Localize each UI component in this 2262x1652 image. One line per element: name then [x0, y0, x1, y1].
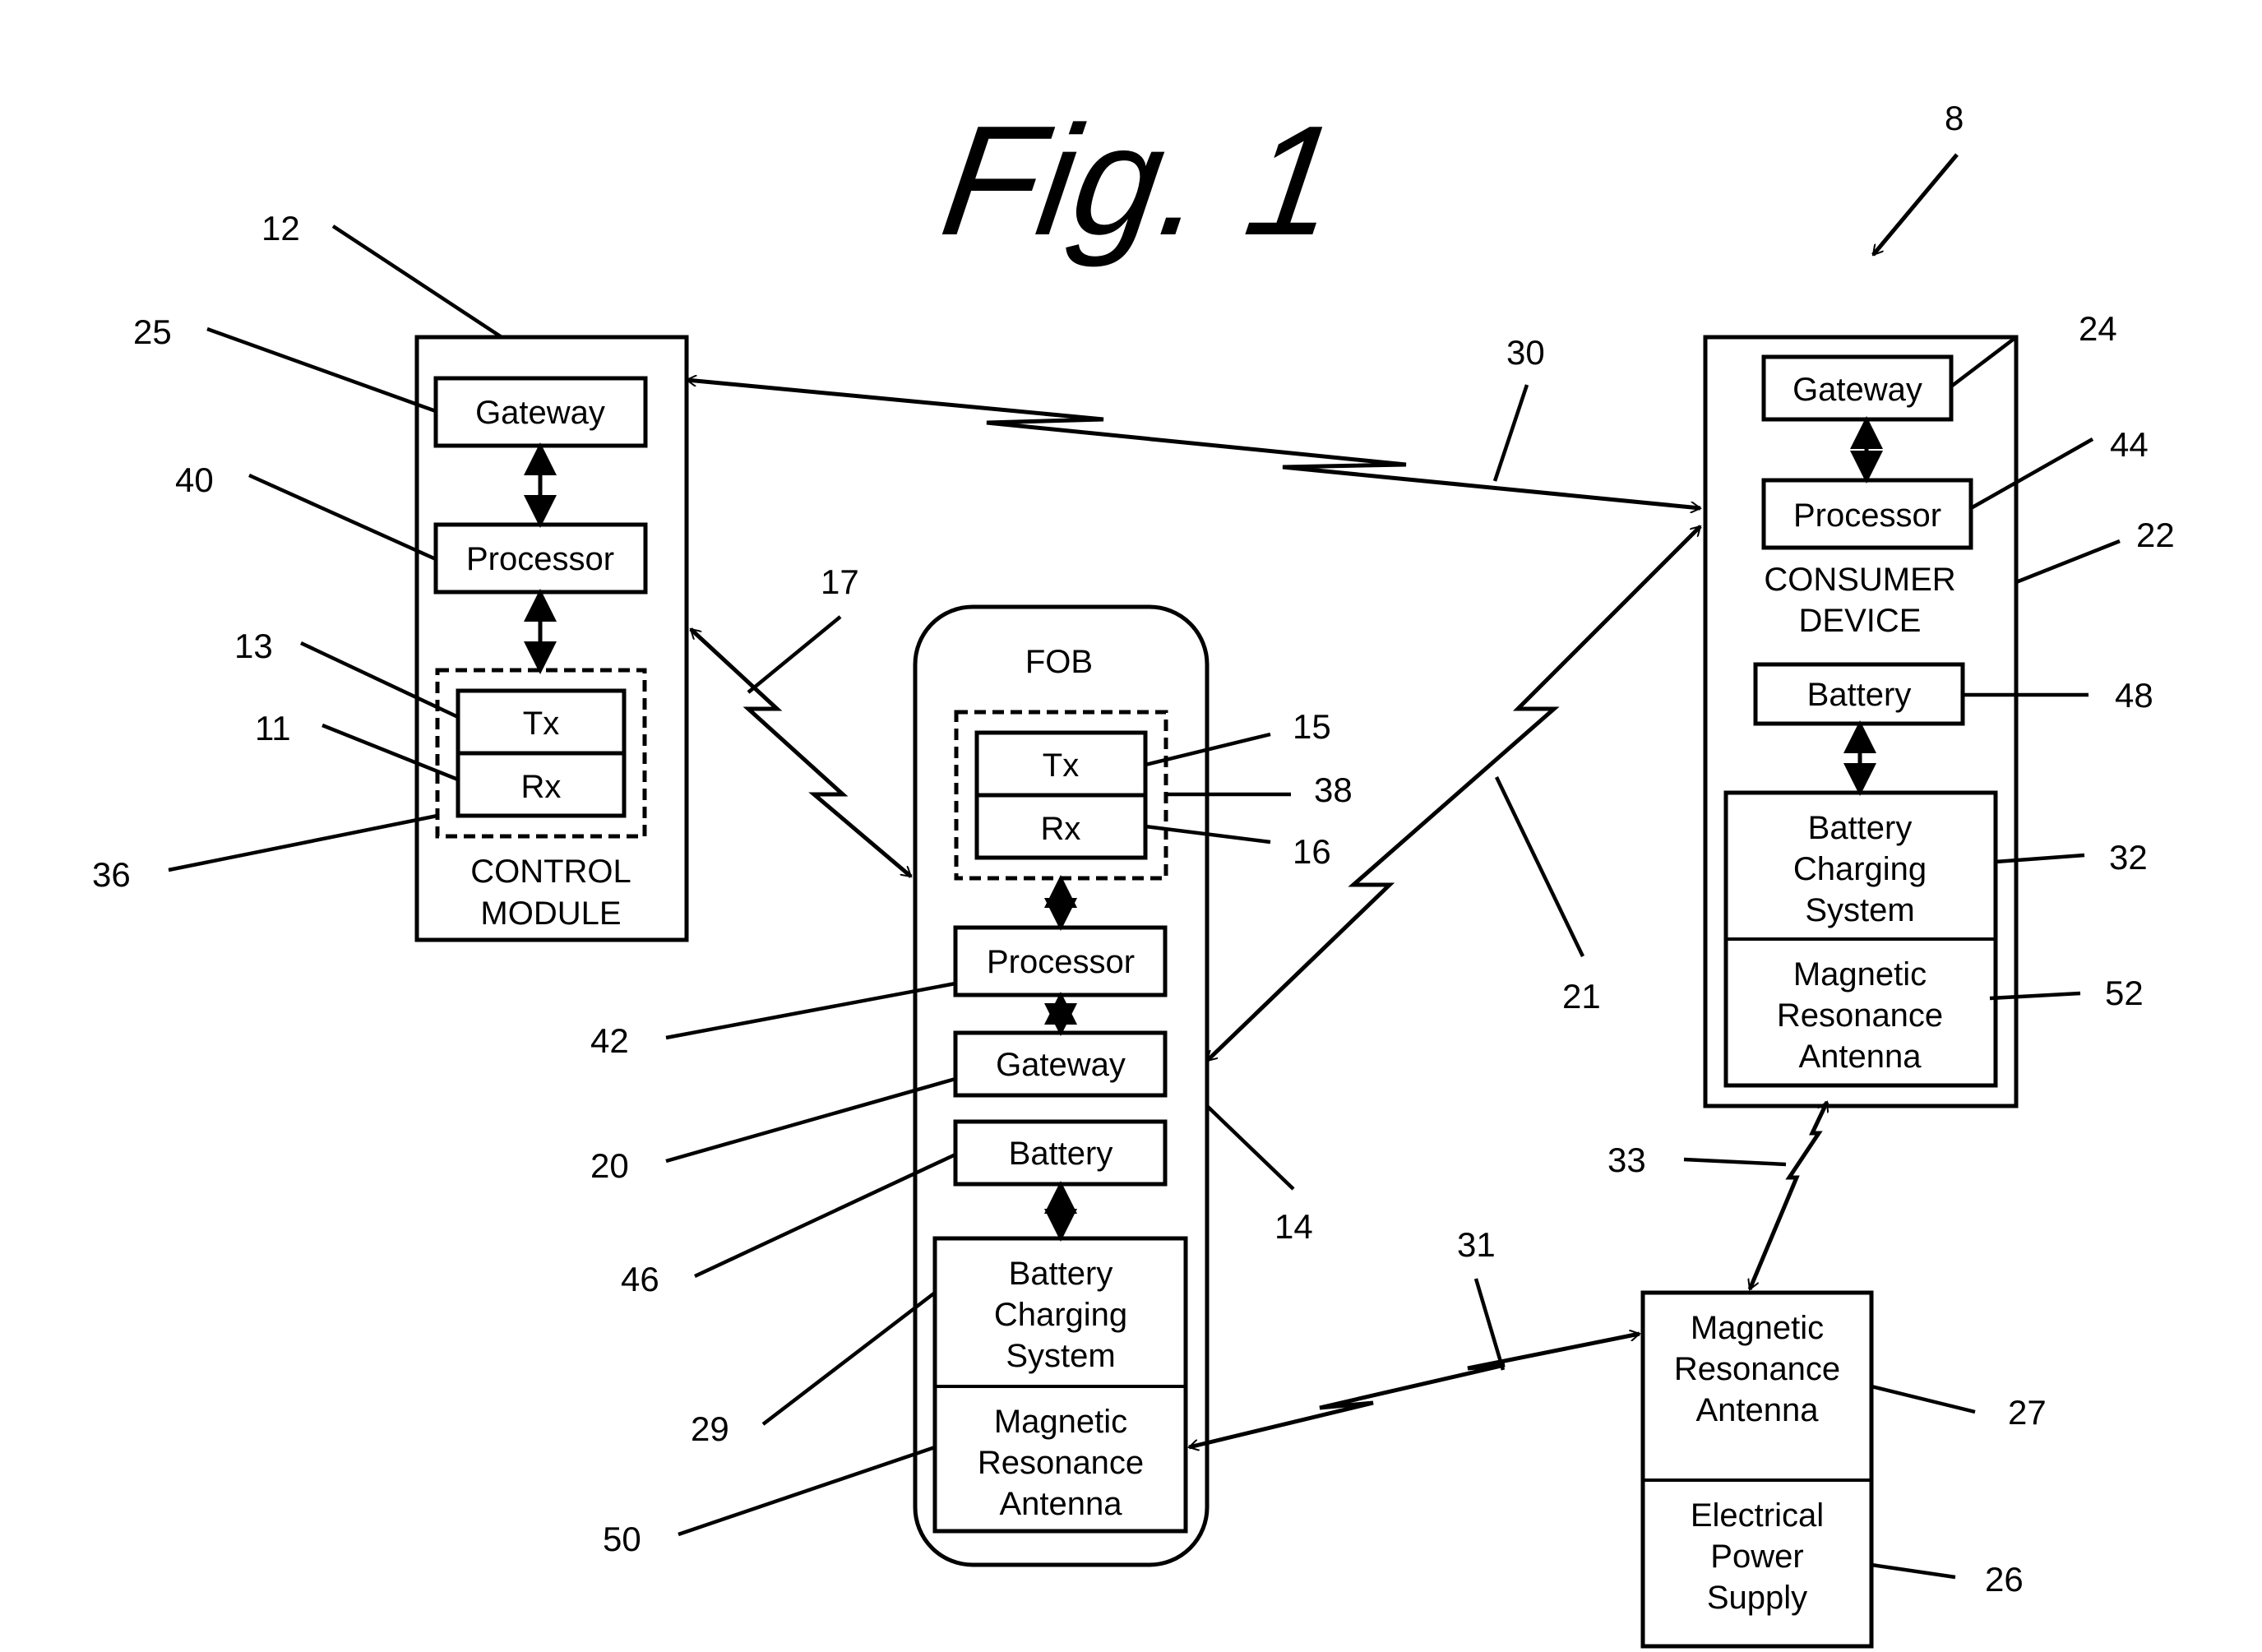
fob-antenna-line2: Resonance	[978, 1445, 1144, 1481]
leader-charger-power	[1871, 1562, 1956, 1580]
ref-label-consumer-charging: 32	[2109, 838, 2148, 877]
leader-consumer-charging	[1995, 853, 2085, 864]
leader-control-transceiver	[168, 813, 438, 872]
consumer-gateway-label: Gateway	[1792, 372, 1922, 408]
control-tx-label: Tx	[523, 706, 559, 742]
leader-control-gateway	[206, 326, 437, 414]
control-module-caption-line2: MODULE	[480, 895, 621, 932]
leader-link-control-consumer	[1492, 384, 1529, 482]
leader-control-rx	[321, 723, 459, 782]
ref-label-link-fob-consumer: 21	[1562, 977, 1601, 1016]
consumer-antenna-line3: Antenna	[1798, 1039, 1922, 1075]
wireless-link-charger-consumer	[1750, 1102, 1829, 1289]
ref-label-fob-tx: 15	[1293, 707, 1331, 746]
control-gateway-label: Gateway	[475, 395, 605, 431]
wireless-link-fob-charger	[1189, 1334, 1640, 1447]
leader-control-processor	[248, 473, 437, 562]
ref-label-fob-battery: 46	[621, 1260, 659, 1298]
patent-figure: Fig. 1 8 Gateway Processor Tx Rx CONTROL…	[92, 94, 2175, 1649]
leader-fob-gateway	[665, 1076, 956, 1164]
charger-antenna-line3: Antenna	[1695, 1392, 1819, 1428]
ref-label-consumer-battery: 48	[2115, 676, 2153, 715]
ref-label-fob-gateway: 20	[590, 1146, 629, 1185]
charger: Magnetic Resonance Antenna Electrical Po…	[1640, 1290, 1874, 1649]
ref-label-consumer-gateway: 24	[2079, 309, 2117, 348]
figure-title: Fig. 1	[932, 94, 1348, 268]
leader-link-fob-consumer	[1494, 776, 1585, 957]
leader-control-module	[331, 224, 503, 339]
ref-label-consumer-antenna: 52	[2105, 974, 2144, 1012]
fob-caption: FOB	[1025, 644, 1093, 680]
ref-label-link-fob-charger: 31	[1457, 1225, 1496, 1264]
ref-label-control-tx: 13	[234, 627, 273, 665]
fob: FOB Tx Rx Processor Gateway Battery Batt…	[913, 604, 1210, 1567]
consumer-device-caption-line1: CONSUMER	[1764, 562, 1955, 598]
fob-antenna-line3: Antenna	[999, 1486, 1122, 1522]
consumer-antenna-line2: Resonance	[1777, 997, 1943, 1034]
ref-label-consumer-processor: 44	[2110, 425, 2149, 464]
system-pointer-arrow	[1871, 153, 1959, 257]
fob-charging-line3: System	[1006, 1338, 1115, 1374]
wireless-link-control-consumer	[687, 380, 1700, 508]
ref-label-charger-antenna: 27	[2008, 1393, 2047, 1432]
leader-link-control-fob	[747, 615, 842, 694]
ref-label-consumer-device: 22	[2136, 516, 2175, 554]
control-module-caption-line1: CONTROL	[470, 854, 631, 890]
ref-label-control-module: 12	[261, 209, 300, 248]
fob-gateway-label: Gateway	[996, 1047, 1126, 1083]
ref-label-fob-charging: 29	[691, 1409, 729, 1448]
consumer-charging-line1: Battery	[1808, 810, 1913, 846]
charger-power-line1: Electrical	[1691, 1497, 1824, 1534]
ref-label-fob-processor: 42	[590, 1021, 629, 1060]
control-rx-label: Rx	[521, 769, 562, 805]
leader-charger-antenna	[1871, 1384, 1976, 1414]
leader-control-tx	[300, 641, 459, 720]
consumer-charging-line3: System	[1805, 892, 1914, 928]
ref-label-fob-transceiver: 38	[1314, 770, 1353, 809]
consumer-battery-label: Battery	[1807, 677, 1912, 713]
leader-fob-charging	[761, 1291, 937, 1426]
leader-link-fob-charger	[1473, 1278, 1506, 1371]
leader-consumer-gateway	[1950, 335, 2018, 388]
leader-consumer-device	[2015, 539, 2121, 585]
ref-label-control-rx: 11	[255, 709, 291, 747]
ref-label-system: 8	[1945, 99, 1964, 137]
ref-label-fob-antenna: 50	[603, 1520, 641, 1558]
leader-fob-antenna	[678, 1445, 936, 1537]
leader-link-charger-consumer	[1683, 1157, 1787, 1167]
ref-label-link-control-fob: 17	[821, 562, 859, 601]
charger-antenna-line1: Magnetic	[1691, 1310, 1824, 1346]
ref-label-fob: 14	[1274, 1207, 1313, 1246]
consumer-antenna-line1: Magnetic	[1793, 956, 1927, 993]
charger-power-line3: Supply	[1707, 1580, 1807, 1616]
ref-label-link-charger-consumer: 33	[1607, 1141, 1646, 1179]
ref-label-link-control-consumer: 30	[1506, 333, 1545, 372]
fob-battery-label: Battery	[1009, 1136, 1113, 1172]
wireless-link-control-fob	[689, 627, 913, 878]
control-processor-label: Processor	[466, 541, 614, 577]
consumer-device: Gateway Processor CONSUMER DEVICE Batter…	[1703, 335, 2019, 1108]
leader-fob-processor	[665, 981, 956, 1040]
leader-consumer-antenna	[1989, 991, 2081, 1001]
fob-tx-label: Tx	[1043, 747, 1079, 784]
ref-label-control-processor: 40	[175, 460, 214, 499]
leader-fob	[1205, 1104, 1295, 1191]
ref-label-fob-rx: 16	[1293, 832, 1331, 871]
fob-charging-line1: Battery	[1009, 1256, 1113, 1292]
leader-consumer-processor	[1969, 437, 2094, 510]
fob-charging-line2: Charging	[994, 1297, 1127, 1333]
ref-label-charger-power: 26	[1985, 1560, 2024, 1599]
control-module: Gateway Processor Tx Rx CONTROL MODULE	[414, 335, 689, 942]
charger-antenna-line2: Resonance	[1674, 1351, 1840, 1387]
fob-processor-label: Processor	[987, 944, 1135, 980]
consumer-device-caption-line2: DEVICE	[1799, 603, 1922, 639]
consumer-charging-line2: Charging	[1793, 851, 1927, 887]
ref-label-control-gateway: 25	[133, 312, 172, 351]
fob-antenna-line1: Magnetic	[994, 1404, 1127, 1440]
charger-power-line2: Power	[1710, 1539, 1803, 1575]
ref-label-control-transceiver: 36	[92, 855, 131, 894]
fob-rx-label: Rx	[1041, 811, 1081, 847]
consumer-processor-label: Processor	[1793, 497, 1941, 534]
